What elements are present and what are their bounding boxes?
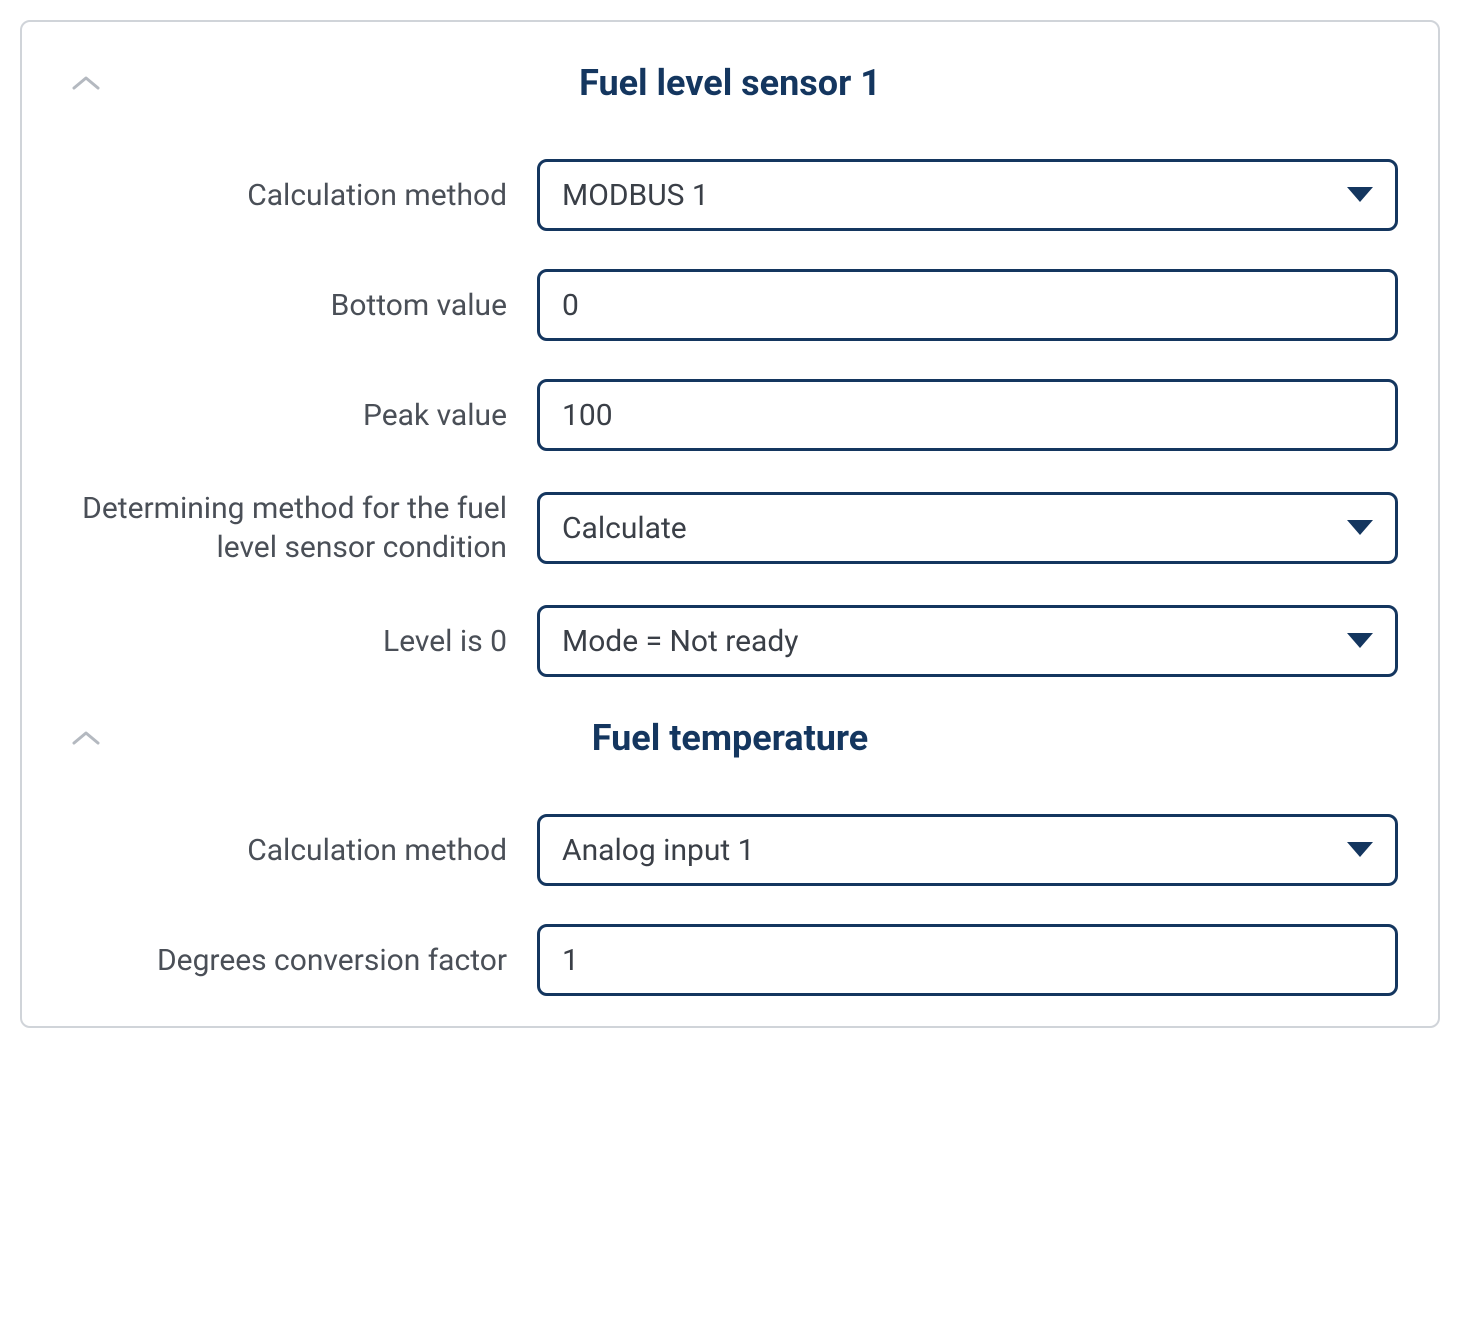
row-peak-value: Peak value 100	[62, 379, 1398, 451]
label-temp-calc-method: Calculation method	[62, 831, 537, 870]
select-value: Calculate	[562, 511, 687, 546]
row-bottom-value: Bottom value 0	[62, 269, 1398, 341]
chevron-up-icon[interactable]	[72, 74, 100, 92]
label-calculation-method: Calculation method	[62, 176, 537, 215]
section-title: Fuel level sensor 1	[579, 62, 881, 104]
row-degrees-factor: Degrees conversion factor 1	[62, 924, 1398, 996]
input-degrees-factor[interactable]: 1	[537, 924, 1398, 996]
chevron-down-icon	[1347, 633, 1373, 649]
select-determining-method[interactable]: Calculate	[537, 492, 1398, 564]
label-determining-method: Determining method for the fuel level se…	[62, 489, 537, 567]
section-fuel-temperature: Fuel temperature Calculation method Anal…	[62, 717, 1398, 996]
chevron-down-icon	[1347, 187, 1373, 203]
select-value: Mode = Not ready	[562, 624, 798, 659]
section-fuel-level-sensor: Fuel level sensor 1 Calculation method M…	[62, 62, 1398, 677]
select-level-zero[interactable]: Mode = Not ready	[537, 605, 1398, 677]
input-value: 1	[562, 943, 579, 978]
section-title: Fuel temperature	[592, 717, 868, 759]
label-degrees-factor: Degrees conversion factor	[62, 941, 537, 980]
section-header: Fuel level sensor 1	[62, 62, 1398, 104]
settings-panel: Fuel level sensor 1 Calculation method M…	[20, 20, 1440, 1028]
select-value: MODBUS 1	[562, 178, 709, 213]
label-level-zero: Level is 0	[62, 622, 537, 661]
section-header: Fuel temperature	[62, 717, 1398, 759]
chevron-down-icon	[1347, 520, 1373, 536]
chevron-up-icon[interactable]	[72, 729, 100, 747]
row-calculation-method: Calculation method MODBUS 1	[62, 159, 1398, 231]
row-determining-method: Determining method for the fuel level se…	[62, 489, 1398, 567]
chevron-down-icon	[1347, 842, 1373, 858]
select-value: Analog input 1	[562, 833, 755, 868]
input-bottom-value[interactable]: 0	[537, 269, 1398, 341]
input-value: 100	[562, 398, 613, 433]
row-temp-calc-method: Calculation method Analog input 1	[62, 814, 1398, 886]
input-peak-value[interactable]: 100	[537, 379, 1398, 451]
select-calculation-method[interactable]: MODBUS 1	[537, 159, 1398, 231]
row-level-zero: Level is 0 Mode = Not ready	[62, 605, 1398, 677]
select-temp-calc-method[interactable]: Analog input 1	[537, 814, 1398, 886]
label-bottom-value: Bottom value	[62, 286, 537, 325]
input-value: 0	[562, 288, 579, 323]
label-peak-value: Peak value	[62, 396, 537, 435]
